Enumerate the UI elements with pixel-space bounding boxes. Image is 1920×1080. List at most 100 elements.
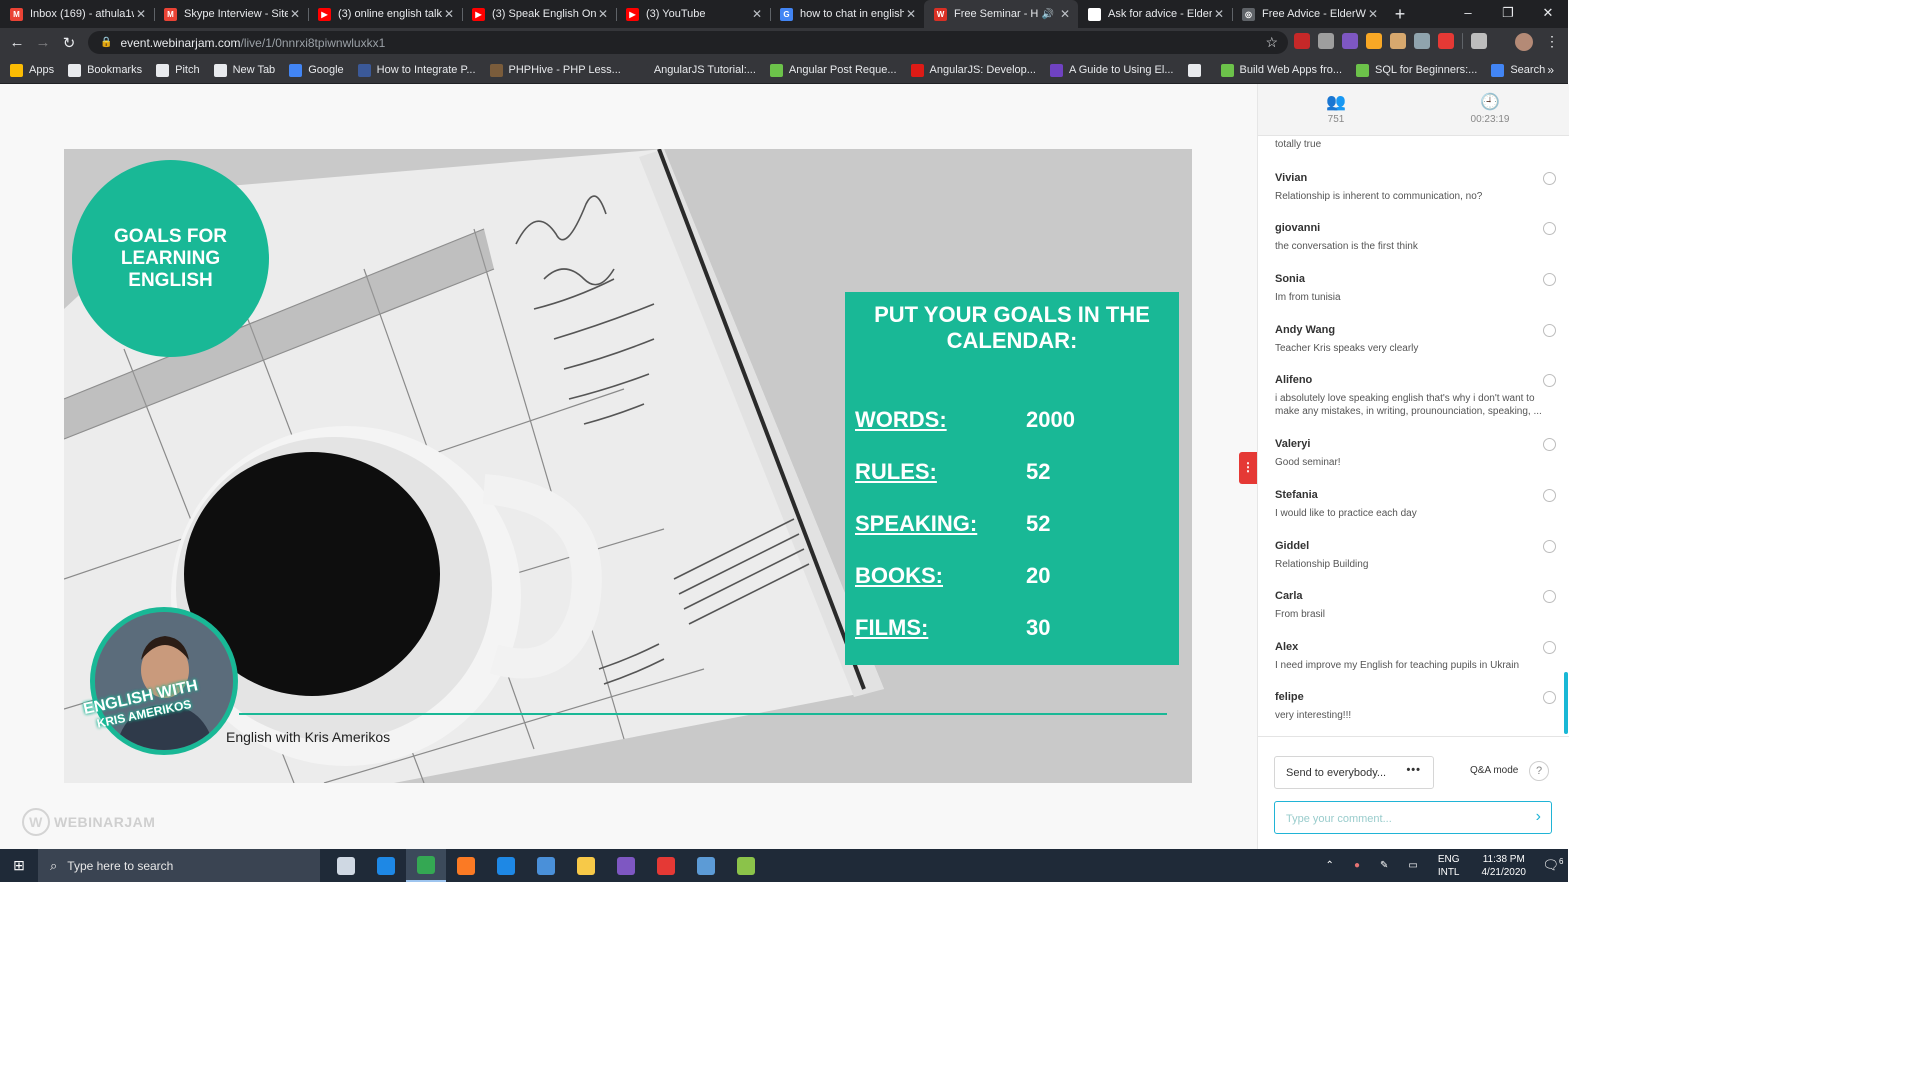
message-select-radio[interactable] bbox=[1543, 374, 1556, 387]
forward-button[interactable]: → bbox=[30, 34, 56, 51]
message-select-radio[interactable] bbox=[1543, 489, 1556, 502]
tab-close-icon[interactable]: ✕ bbox=[750, 7, 764, 21]
extension-m-icon[interactable] bbox=[1294, 33, 1310, 49]
tab-close-icon[interactable]: ✕ bbox=[134, 7, 148, 21]
bookmark-item[interactable]: Apps bbox=[10, 63, 54, 77]
system-clock[interactable]: 11:38 PM 4/21/2020 bbox=[1482, 853, 1527, 879]
chat-message-author: Vivian bbox=[1275, 172, 1308, 184]
bookmark-item[interactable] bbox=[1187, 63, 1207, 77]
message-select-radio[interactable] bbox=[1543, 641, 1556, 654]
goal-label: FILMS: bbox=[855, 615, 929, 640]
browser-tab[interactable]: W Free Seminar - How 🔊 ✕ bbox=[924, 0, 1078, 28]
qa-mode-toggle[interactable]: Q&A mode bbox=[1470, 765, 1518, 776]
bookmark-item[interactable]: AngularJS: Develop... bbox=[910, 63, 1036, 77]
reading-list-icon[interactable] bbox=[1471, 33, 1487, 49]
panel-options-handle[interactable]: ⋮ bbox=[1239, 452, 1257, 484]
extension-swirl-icon[interactable] bbox=[1414, 33, 1430, 49]
message-select-radio[interactable] bbox=[1543, 273, 1556, 286]
chat-scrollbar[interactable] bbox=[1564, 672, 1568, 734]
bookmark-item[interactable]: Search bbox=[1491, 63, 1545, 77]
tab-audio-icon[interactable]: 🔊 bbox=[1042, 9, 1054, 20]
message-select-radio[interactable] bbox=[1543, 691, 1556, 704]
extension-shield-icon[interactable] bbox=[1438, 33, 1454, 49]
browser-tab[interactable]: M Inbox (169) - athula1wa✕ bbox=[0, 0, 154, 28]
message-select-radio[interactable] bbox=[1543, 222, 1556, 235]
extension-tools-icon[interactable] bbox=[1366, 33, 1382, 49]
bookmark-item[interactable]: New Tab bbox=[213, 63, 275, 77]
close-window-button[interactable]: ✕ bbox=[1528, 0, 1568, 28]
xampp-icon[interactable] bbox=[446, 849, 486, 882]
bookmarks-overflow-button[interactable]: » bbox=[1547, 63, 1554, 77]
goals-calendar-box: PUT YOUR GOALS IN THE CALENDAR: WORDS: 2… bbox=[845, 292, 1179, 665]
bookmark-item[interactable]: AngularJS Tutorial:... bbox=[634, 63, 756, 77]
browser-tab[interactable]: ◎ Free Advice - ElderWisdo✕ bbox=[1232, 0, 1386, 28]
address-bar[interactable]: 🔒 event.webinarjam.com/live/1/0nnrxi8tpi… bbox=[88, 31, 1288, 54]
input-language[interactable]: ENG INTL bbox=[1438, 853, 1460, 879]
hex-app-icon[interactable] bbox=[606, 849, 646, 882]
comment-placeholder: Type your comment... bbox=[1286, 813, 1392, 825]
tab-close-icon[interactable]: ✕ bbox=[442, 7, 456, 21]
file-explorer-icon[interactable] bbox=[566, 849, 606, 882]
bookmark-item[interactable]: PHPHive - PHP Less... bbox=[489, 63, 621, 77]
bookmark-item[interactable]: Build Web Apps fro... bbox=[1220, 63, 1342, 77]
send-to-select[interactable]: Send to everybody... ••• bbox=[1274, 756, 1434, 789]
acrobat-icon[interactable] bbox=[646, 849, 686, 882]
tray-app-icon[interactable]: ● bbox=[1354, 860, 1360, 871]
minimize-button[interactable]: – bbox=[1448, 0, 1488, 28]
bookmark-item[interactable]: Google bbox=[289, 63, 344, 77]
tab-close-icon[interactable]: ✕ bbox=[1366, 7, 1380, 21]
notifications-icon[interactable]: 🗨6 bbox=[1538, 857, 1568, 873]
message-select-radio[interactable] bbox=[1543, 172, 1556, 185]
chrome-icon[interactable] bbox=[406, 849, 446, 882]
bookmark-item[interactable]: SQL for Beginners:... bbox=[1356, 63, 1477, 77]
browser-tab[interactable]: ▶ (3) online english talkin ✕ bbox=[308, 0, 462, 28]
pen-icon[interactable]: ✎ bbox=[1380, 860, 1388, 871]
browser-tab[interactable]: M Skype Interview - SiteJa✕ bbox=[154, 0, 308, 28]
message-select-radio[interactable] bbox=[1543, 324, 1556, 337]
tab-close-icon[interactable]: ✕ bbox=[596, 7, 610, 21]
browser-tab[interactable]: Ask for advice - ElderW ✕ bbox=[1078, 0, 1232, 28]
bookmark-item[interactable]: Bookmarks bbox=[68, 63, 142, 77]
browser-tab[interactable]: Ghow to chat in english ✕ bbox=[770, 0, 924, 28]
browser-tab[interactable]: ▶ (3) YouTube ✕ bbox=[616, 0, 770, 28]
windows-start-icon[interactable]: ⊞ bbox=[0, 857, 38, 874]
bookmark-star-icon[interactable]: ☆ bbox=[1265, 34, 1278, 51]
more-options-icon[interactable]: ••• bbox=[1406, 764, 1421, 776]
comment-input[interactable]: Type your comment... › bbox=[1274, 801, 1552, 834]
browser-tab[interactable]: ▶ (3) Speak English Online✕ bbox=[462, 0, 616, 28]
restore-button[interactable]: ❐ bbox=[1488, 0, 1528, 28]
help-icon[interactable]: ? bbox=[1529, 761, 1549, 781]
reload-button[interactable]: ↻ bbox=[56, 34, 82, 52]
chat-message: felipe very interesting!!! bbox=[1275, 691, 1560, 722]
send-arrow-icon[interactable]: › bbox=[1536, 808, 1541, 826]
profile-avatar[interactable] bbox=[1515, 33, 1533, 51]
mail-icon[interactable] bbox=[486, 849, 526, 882]
message-select-radio[interactable] bbox=[1543, 540, 1556, 553]
bookmark-item[interactable]: How to Integrate P... bbox=[357, 63, 476, 77]
chat-message-list[interactable]: totally true Vivian Relationship is inher… bbox=[1258, 136, 1569, 736]
message-select-radio[interactable] bbox=[1543, 438, 1556, 451]
message-select-radio[interactable] bbox=[1543, 590, 1556, 603]
task-view-icon[interactable] bbox=[326, 849, 366, 882]
extension-camera-icon[interactable] bbox=[1318, 33, 1334, 49]
extension-pen-icon[interactable] bbox=[1342, 33, 1358, 49]
store-icon[interactable] bbox=[526, 849, 566, 882]
extension-cookie-icon[interactable] bbox=[1390, 33, 1406, 49]
tab-close-icon[interactable]: ✕ bbox=[1212, 7, 1226, 21]
tab-close-icon[interactable]: ✕ bbox=[1058, 7, 1072, 21]
network-icon[interactable]: ▭ bbox=[1408, 860, 1417, 871]
paint-icon[interactable] bbox=[726, 849, 766, 882]
bookmark-item[interactable]: A Guide to Using El... bbox=[1049, 63, 1174, 77]
edge-icon[interactable] bbox=[366, 849, 406, 882]
show-hidden-icons-icon[interactable]: ⌃ bbox=[1326, 860, 1334, 871]
bookmark-item[interactable]: Angular Post Reque... bbox=[769, 63, 897, 77]
vm-icon[interactable] bbox=[686, 849, 726, 882]
new-tab-button[interactable]: + bbox=[1386, 0, 1414, 28]
browser-menu-icon[interactable]: ⋮ bbox=[1545, 33, 1559, 50]
bookmark-item[interactable]: Pitch bbox=[156, 63, 200, 77]
tab-close-icon[interactable]: ✕ bbox=[288, 7, 302, 21]
chat-message: Valeryi Good seminar! bbox=[1275, 438, 1560, 469]
tab-close-icon[interactable]: ✕ bbox=[904, 7, 918, 21]
back-button[interactable]: ← bbox=[4, 34, 30, 51]
taskbar-search-box[interactable]: ⌕ Type here to search bbox=[38, 849, 320, 882]
